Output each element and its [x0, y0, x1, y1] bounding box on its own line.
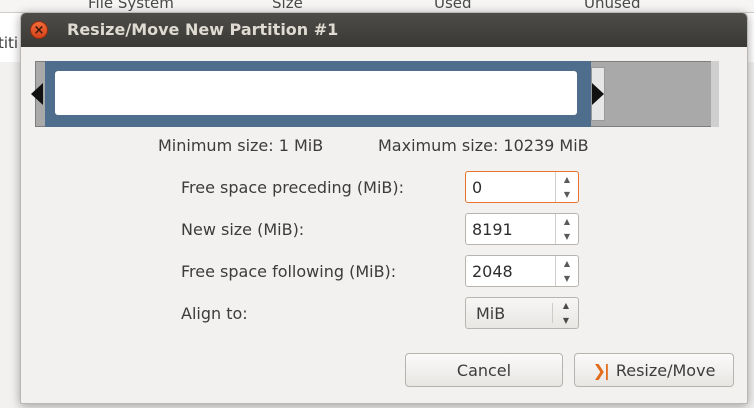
free-preceding-spinner[interactable]: 0 ▲ ▼	[465, 171, 579, 203]
combo-separator	[552, 303, 553, 323]
unallocated-end	[711, 61, 719, 127]
combo-down-icon: ▼	[562, 316, 570, 325]
cancel-button[interactable]: Cancel	[405, 353, 563, 387]
align-to-label: Align to:	[181, 304, 248, 323]
bg-col-used: Used	[434, 0, 472, 12]
bg-col-filesystem: File System	[88, 0, 174, 12]
spin-up-icon[interactable]: ▲	[556, 172, 578, 187]
new-size-label: New size (MiB):	[181, 220, 305, 239]
left-resize-handle-icon[interactable]	[31, 83, 43, 105]
free-following-spinner[interactable]: 2048 ▲ ▼	[465, 255, 579, 287]
bg-row-text: titi	[0, 34, 19, 52]
resize-move-button[interactable]: ❯| Resize/Move	[574, 353, 734, 387]
align-to-value: MiB	[476, 304, 506, 323]
bg-col-unused: Unused	[584, 0, 641, 12]
align-to-select[interactable]: MiB ▲ ▼	[465, 297, 579, 329]
partition-fill	[55, 71, 577, 115]
dialog-title: Resize/Move New Partition #1	[67, 20, 339, 39]
spinner-buttons: ▲ ▼	[555, 214, 578, 244]
maximum-size-label: Maximum size: 10239 MiB	[378, 136, 589, 155]
free-following-input[interactable]: 2048	[472, 262, 513, 281]
resize-move-button-label: Resize/Move	[615, 360, 716, 380]
spinner-buttons: ▲ ▼	[555, 256, 578, 286]
combo-up-icon: ▲	[562, 301, 570, 310]
spin-down-icon[interactable]: ▼	[556, 187, 578, 202]
dialog-titlebar[interactable]: × Resize/Move New Partition #1	[21, 13, 747, 47]
spin-down-icon[interactable]: ▼	[556, 229, 578, 244]
free-preceding-input[interactable]: 0	[472, 178, 482, 197]
spin-up-icon[interactable]: ▲	[556, 256, 578, 271]
free-following-label: Free space following (MiB):	[181, 262, 397, 281]
free-preceding-label: Free space preceding (MiB):	[181, 178, 405, 197]
minimum-size-label: Minimum size: 1 MiB	[158, 136, 324, 155]
spin-up-icon[interactable]: ▲	[556, 214, 578, 229]
resize-move-icon: ❯|	[592, 360, 610, 380]
partition-graphic[interactable]	[31, 61, 719, 127]
new-size-spinner[interactable]: 8191 ▲ ▼	[465, 213, 579, 245]
partition-block[interactable]	[45, 61, 591, 127]
right-resize-handle-icon[interactable]	[592, 83, 604, 105]
resize-move-dialog: × Resize/Move New Partition #1 Minimum s…	[20, 12, 748, 404]
new-size-input[interactable]: 8191	[472, 220, 513, 239]
combo-arrows-icon: ▲ ▼	[554, 298, 578, 328]
close-icon: ×	[33, 22, 45, 38]
spin-down-icon[interactable]: ▼	[556, 271, 578, 286]
bg-col-size: Size	[272, 0, 303, 12]
spinner-buttons: ▲ ▼	[555, 172, 578, 202]
close-button[interactable]: ×	[30, 21, 48, 39]
cancel-button-label: Cancel	[456, 360, 512, 380]
